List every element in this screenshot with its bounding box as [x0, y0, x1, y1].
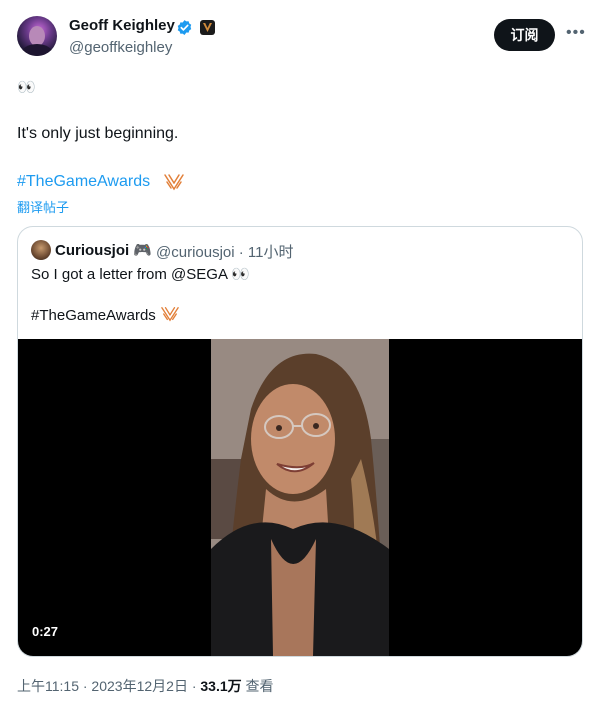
quoted-author-avatar[interactable]	[31, 240, 51, 260]
author-avatar[interactable]	[17, 16, 57, 56]
translate-post-link[interactable]: 翻译帖子	[17, 197, 69, 216]
quoted-hashtag: #TheGameAwards	[31, 305, 180, 324]
video-player[interactable]: 0:27	[18, 339, 582, 656]
avatar-face	[29, 26, 45, 46]
subscribe-button[interactable]: 订阅	[494, 19, 555, 51]
tweet-text: It's only just beginning.	[17, 125, 179, 142]
timestamp[interactable]: 上午11:15 · 2023年12月2日 ·	[17, 678, 200, 694]
author-name[interactable]: Geoff Keighley	[69, 17, 175, 34]
quoted-tweet-card[interactable]: Curiousjoi 🎮 @curiousjoi · 11小时 So I got…	[17, 226, 583, 657]
game-awards-logo-icon	[161, 307, 179, 322]
affiliate-badge-icon[interactable]	[200, 20, 215, 35]
views-count: 33.1万	[200, 678, 242, 694]
game-awards-logo-icon	[164, 174, 184, 191]
quoted-hashtag-text[interactable]: #TheGameAwards	[31, 307, 156, 324]
video-duration: 0:27	[32, 624, 59, 639]
quoted-tweet-text: So I got a letter from @SEGA 👀	[31, 266, 250, 283]
hashtag-link[interactable]: #TheGameAwards	[17, 173, 150, 191]
tweet-meta: 上午11:15 · 2023年12月2日 · 33.1万 查看	[17, 676, 274, 696]
avatar-shoulders	[21, 44, 53, 56]
person-thumbnail-illustration	[211, 339, 389, 656]
author-handle[interactable]: @geoffkeighley	[69, 39, 172, 56]
quoted-author-handle-time[interactable]: @curiousjoi · 11小时	[156, 241, 294, 262]
video-thumbnail	[211, 339, 389, 656]
quoted-author-name[interactable]: Curiousjoi 🎮	[55, 241, 152, 259]
more-horizontal-icon[interactable]: •••	[566, 24, 586, 42]
tweet-emoji-line: 👀	[17, 79, 36, 96]
verified-badge-icon[interactable]	[176, 19, 193, 36]
views-label: 查看	[241, 678, 274, 694]
